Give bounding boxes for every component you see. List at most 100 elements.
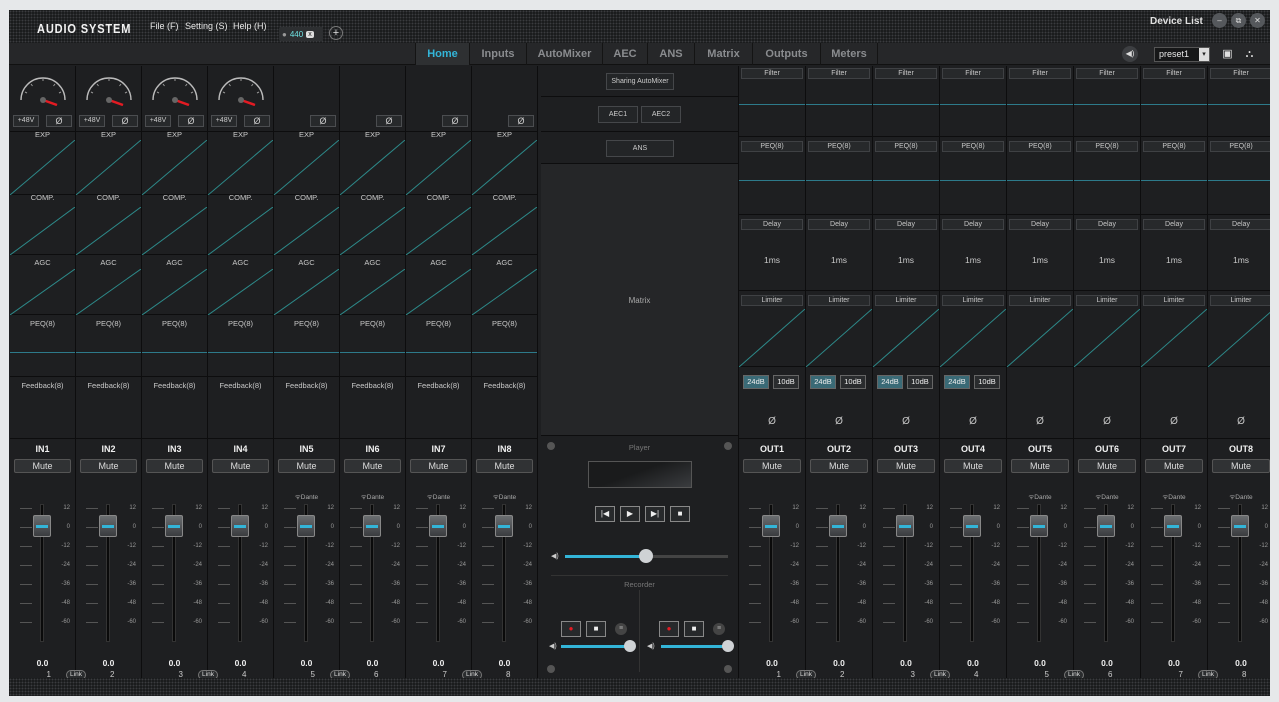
channel-fader[interactable]: 12 0 -12 -24 -36 -48 -60 bbox=[478, 504, 534, 644]
tab-automixer[interactable]: AutoMixer bbox=[526, 43, 602, 65]
comp-block[interactable] bbox=[406, 195, 471, 255]
exp-block[interactable]: COMP. bbox=[142, 132, 207, 202]
comp-block[interactable] bbox=[76, 195, 141, 255]
feedback-block[interactable]: Feedback(8) bbox=[274, 377, 339, 439]
gain-knob-icon[interactable] bbox=[18, 70, 68, 106]
sharing-automixer-button[interactable]: Sharing AutoMixer bbox=[606, 73, 674, 90]
tab-matrix[interactable]: Matrix bbox=[694, 43, 752, 65]
phase-invert-button[interactable]: Ø bbox=[178, 115, 204, 127]
record-button-1[interactable]: ● bbox=[561, 621, 581, 637]
close-button[interactable]: ✕ bbox=[1250, 13, 1265, 28]
peq-block[interactable]: PEQ(8) bbox=[208, 315, 273, 377]
peq-block[interactable]: PEQ(8) bbox=[406, 315, 471, 377]
prev-track-button[interactable]: |◀ bbox=[595, 506, 615, 522]
settings-icon[interactable]: ≡ bbox=[615, 623, 627, 635]
agc-block[interactable]: AGC bbox=[472, 255, 537, 315]
delay-block[interactable]: Delay 1ms bbox=[806, 215, 872, 291]
agc-block[interactable]: AGC bbox=[340, 255, 405, 315]
phase-invert-button[interactable]: Ø bbox=[508, 115, 534, 127]
fader-knob-icon[interactable] bbox=[231, 515, 249, 537]
limiter-block[interactable]: Limiter bbox=[806, 291, 872, 367]
menu-setting[interactable]: Setting (S) bbox=[185, 21, 228, 31]
channel-fader[interactable]: 12 0 -12 -24 -36 -48 -60 bbox=[1013, 504, 1069, 644]
channel-fader[interactable]: 12 0 -12 -24 -36 -48 -60 bbox=[280, 504, 336, 644]
channel-fader[interactable]: 12 0 -12 -24 -36 -48 -60 bbox=[1147, 504, 1203, 644]
mute-button[interactable]: Mute bbox=[1145, 459, 1203, 473]
mute-button[interactable]: Mute bbox=[14, 459, 71, 473]
exp-block[interactable]: COMP. bbox=[76, 132, 141, 202]
lock-icon[interactable]: ⛬ bbox=[1242, 47, 1257, 62]
fader-knob-icon[interactable] bbox=[762, 515, 780, 537]
recorder-volume-slider-1[interactable] bbox=[561, 640, 636, 652]
phase-invert-button[interactable]: Ø bbox=[46, 115, 72, 127]
channel-fader[interactable]: 12 0 -12 -24 -36 -48 -60 bbox=[16, 504, 72, 644]
play-button[interactable]: ▶ bbox=[620, 506, 640, 522]
record-stop-button-2[interactable]: ■ bbox=[684, 621, 704, 637]
gain-knob-icon[interactable] bbox=[84, 70, 134, 106]
delay-block[interactable]: Delay 1ms bbox=[1007, 215, 1073, 291]
channel-fader[interactable]: 12 0 -12 -24 -36 -48 -60 bbox=[82, 504, 138, 644]
fader-knob-icon[interactable] bbox=[1030, 515, 1048, 537]
aec1-button[interactable]: AEC1 bbox=[598, 106, 638, 123]
fader-knob-icon[interactable] bbox=[1164, 515, 1182, 537]
limiter-block[interactable]: Limiter bbox=[1208, 291, 1270, 367]
phantom-48v-button[interactable]: +48V bbox=[145, 115, 171, 127]
comp-block[interactable] bbox=[472, 195, 537, 255]
settings-icon[interactable]: ≡ bbox=[713, 623, 725, 635]
db-10-button[interactable]: 10dB bbox=[840, 375, 866, 389]
agc-block[interactable]: AGC bbox=[208, 255, 273, 315]
channel-fader[interactable]: 12 0 -12 -24 -36 -48 -60 bbox=[1080, 504, 1136, 644]
speaker-icon[interactable]: ◀) bbox=[1122, 46, 1138, 62]
channel-fader[interactable]: 12 0 -12 -24 -36 -48 -60 bbox=[745, 504, 801, 644]
tab-home[interactable]: Home bbox=[415, 43, 469, 65]
phase-invert-button[interactable]: Ø bbox=[806, 416, 872, 427]
limiter-block[interactable]: Limiter bbox=[1141, 291, 1207, 367]
phase-invert-button[interactable]: Ø bbox=[1007, 416, 1073, 427]
fader-knob-icon[interactable] bbox=[363, 515, 381, 537]
channel-fader[interactable]: 12 0 -12 -24 -36 -48 -60 bbox=[148, 504, 204, 644]
phantom-48v-button[interactable]: +48V bbox=[79, 115, 105, 127]
phase-invert-button[interactable]: Ø bbox=[112, 115, 138, 127]
device-list-link[interactable]: Device List bbox=[1150, 16, 1203, 27]
exp-block[interactable]: COMP. bbox=[406, 132, 471, 202]
peq-block[interactable]: PEQ(8) bbox=[739, 137, 805, 215]
minimize-button[interactable]: – bbox=[1212, 13, 1227, 28]
peq-block[interactable]: PEQ(8) bbox=[1074, 137, 1140, 215]
stop-button[interactable]: ■ bbox=[670, 506, 690, 522]
peq-block[interactable]: PEQ(8) bbox=[76, 315, 141, 377]
menu-file[interactable]: File (F) bbox=[150, 21, 179, 31]
peq-block[interactable]: PEQ(8) bbox=[1208, 137, 1270, 215]
peq-block[interactable]: PEQ(8) bbox=[472, 315, 537, 377]
peq-block[interactable]: PEQ(8) bbox=[873, 137, 939, 215]
fader-knob-icon[interactable] bbox=[33, 515, 51, 537]
tab-aec[interactable]: AEC bbox=[602, 43, 647, 65]
peq-block[interactable]: PEQ(8) bbox=[1007, 137, 1073, 215]
save-icon[interactable]: ▣ bbox=[1220, 47, 1235, 62]
tab-outputs[interactable]: Outputs bbox=[752, 43, 820, 65]
fader-knob-icon[interactable] bbox=[495, 515, 513, 537]
exp-block[interactable]: COMP. bbox=[10, 132, 75, 202]
fader-knob-icon[interactable] bbox=[99, 515, 117, 537]
limiter-block[interactable]: Limiter bbox=[1007, 291, 1073, 367]
next-track-button[interactable]: ▶| bbox=[645, 506, 665, 522]
chevron-down-icon[interactable]: ▾ bbox=[1199, 48, 1209, 61]
filter-block[interactable]: Filter bbox=[1007, 66, 1073, 137]
feedback-block[interactable]: Feedback(8) bbox=[472, 377, 537, 439]
comp-block[interactable] bbox=[340, 195, 405, 255]
comp-block[interactable] bbox=[142, 195, 207, 255]
phase-invert-button[interactable]: Ø bbox=[1208, 416, 1270, 427]
tab-meters[interactable]: Meters bbox=[820, 43, 878, 65]
delay-block[interactable]: Delay 1ms bbox=[940, 215, 1006, 291]
feedback-block[interactable]: Feedback(8) bbox=[340, 377, 405, 439]
mute-button[interactable]: Mute bbox=[877, 459, 935, 473]
filter-block[interactable]: Filter bbox=[873, 66, 939, 137]
agc-block[interactable]: AGC bbox=[406, 255, 471, 315]
comp-block[interactable] bbox=[274, 195, 339, 255]
limiter-block[interactable]: Limiter bbox=[1074, 291, 1140, 367]
delay-block[interactable]: Delay 1ms bbox=[1208, 215, 1270, 291]
phantom-48v-button[interactable]: +48V bbox=[211, 115, 237, 127]
phase-invert-button[interactable]: Ø bbox=[739, 416, 805, 427]
channel-fader[interactable]: 12 0 -12 -24 -36 -48 -60 bbox=[812, 504, 868, 644]
maximize-button[interactable]: ⧉ bbox=[1231, 13, 1246, 28]
fader-knob-icon[interactable] bbox=[165, 515, 183, 537]
